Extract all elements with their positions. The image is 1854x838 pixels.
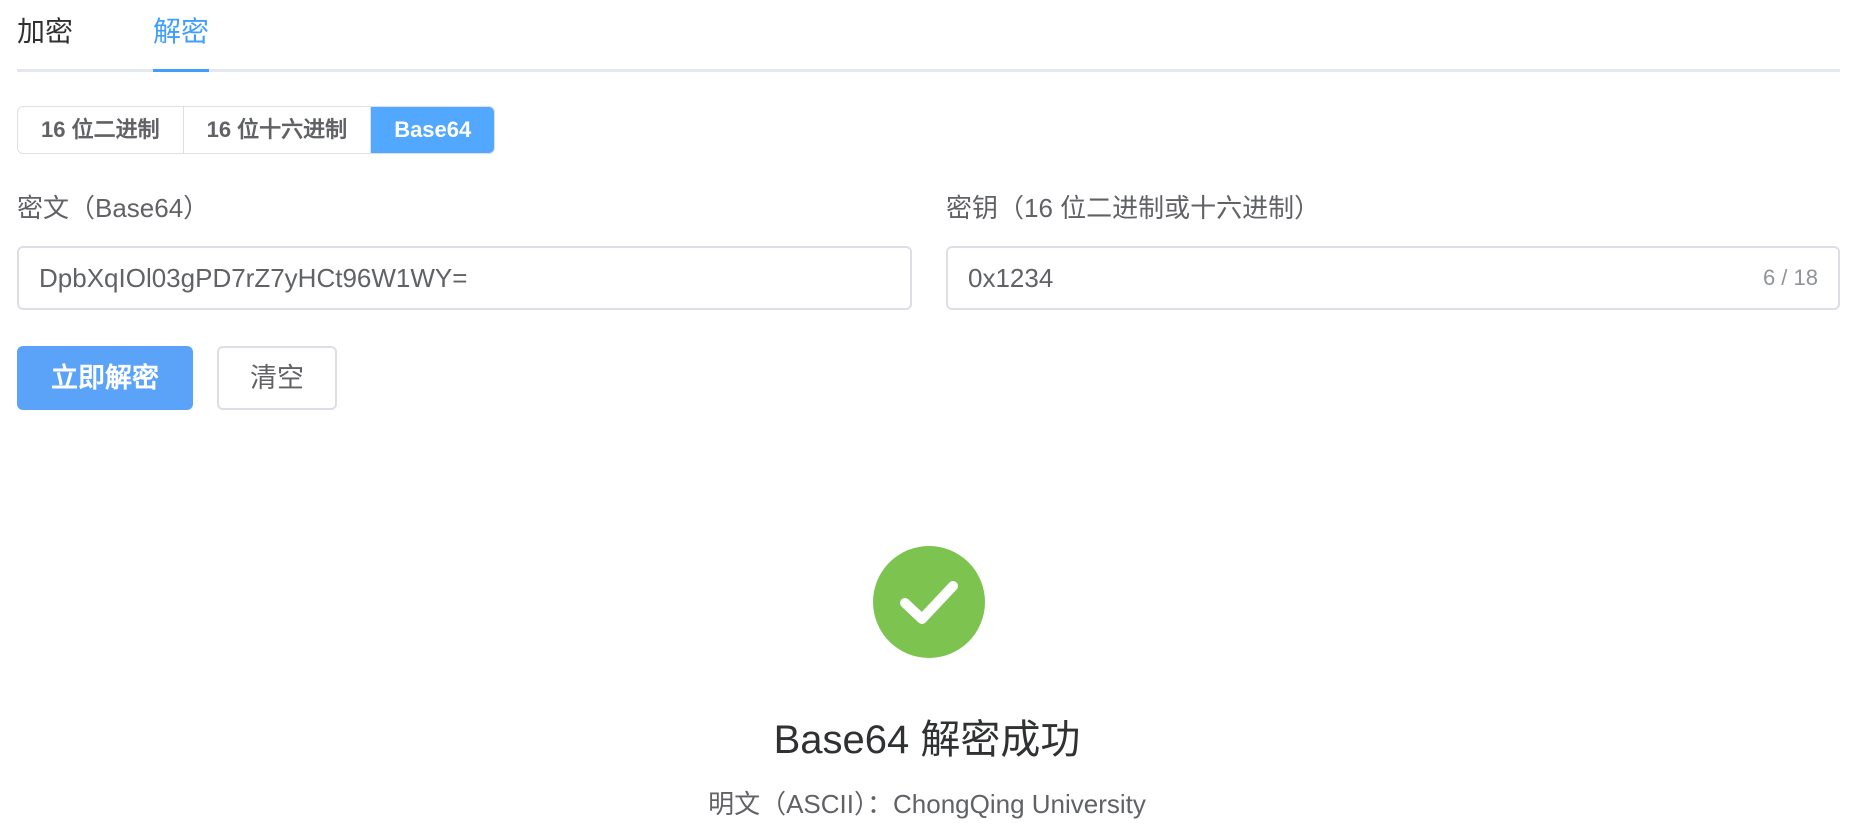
plaintext-value: ChongQing University xyxy=(893,789,1146,819)
mode-tabs: 加密 解密 xyxy=(17,0,1840,72)
ciphertext-label: 密文（Base64） xyxy=(17,193,210,223)
tab-encrypt[interactable]: 加密 xyxy=(17,12,73,52)
ciphertext-input-wrapper xyxy=(17,246,912,310)
key-input[interactable] xyxy=(968,248,1708,308)
key-input-wrapper: 6 / 18 xyxy=(946,246,1840,310)
format-option-base64[interactable]: Base64 xyxy=(371,107,495,153)
result-plaintext: 明文（ASCII）：ChongQing University xyxy=(0,786,1854,822)
ciphertext-input[interactable] xyxy=(39,248,889,308)
clear-button[interactable]: 清空 xyxy=(217,346,337,410)
check-circle-icon xyxy=(873,546,985,658)
format-option-binary[interactable]: 16 位二进制 xyxy=(18,107,184,153)
tab-decrypt[interactable]: 解密 xyxy=(153,12,209,52)
format-option-hex[interactable]: 16 位十六进制 xyxy=(183,107,372,153)
decrypt-now-button[interactable]: 立即解密 xyxy=(17,346,193,410)
active-tab-indicator xyxy=(153,69,209,72)
format-selector: 16 位二进制 16 位十六进制 Base64 xyxy=(17,106,496,154)
result-title: Base64 解密成功 xyxy=(773,718,1081,762)
key-label: 密钥（16 位二进制或十六进制） xyxy=(946,193,1321,223)
plaintext-label: 明文（ASCII）： xyxy=(708,789,894,819)
key-char-counter: 6 / 18 xyxy=(1762,265,1818,290)
